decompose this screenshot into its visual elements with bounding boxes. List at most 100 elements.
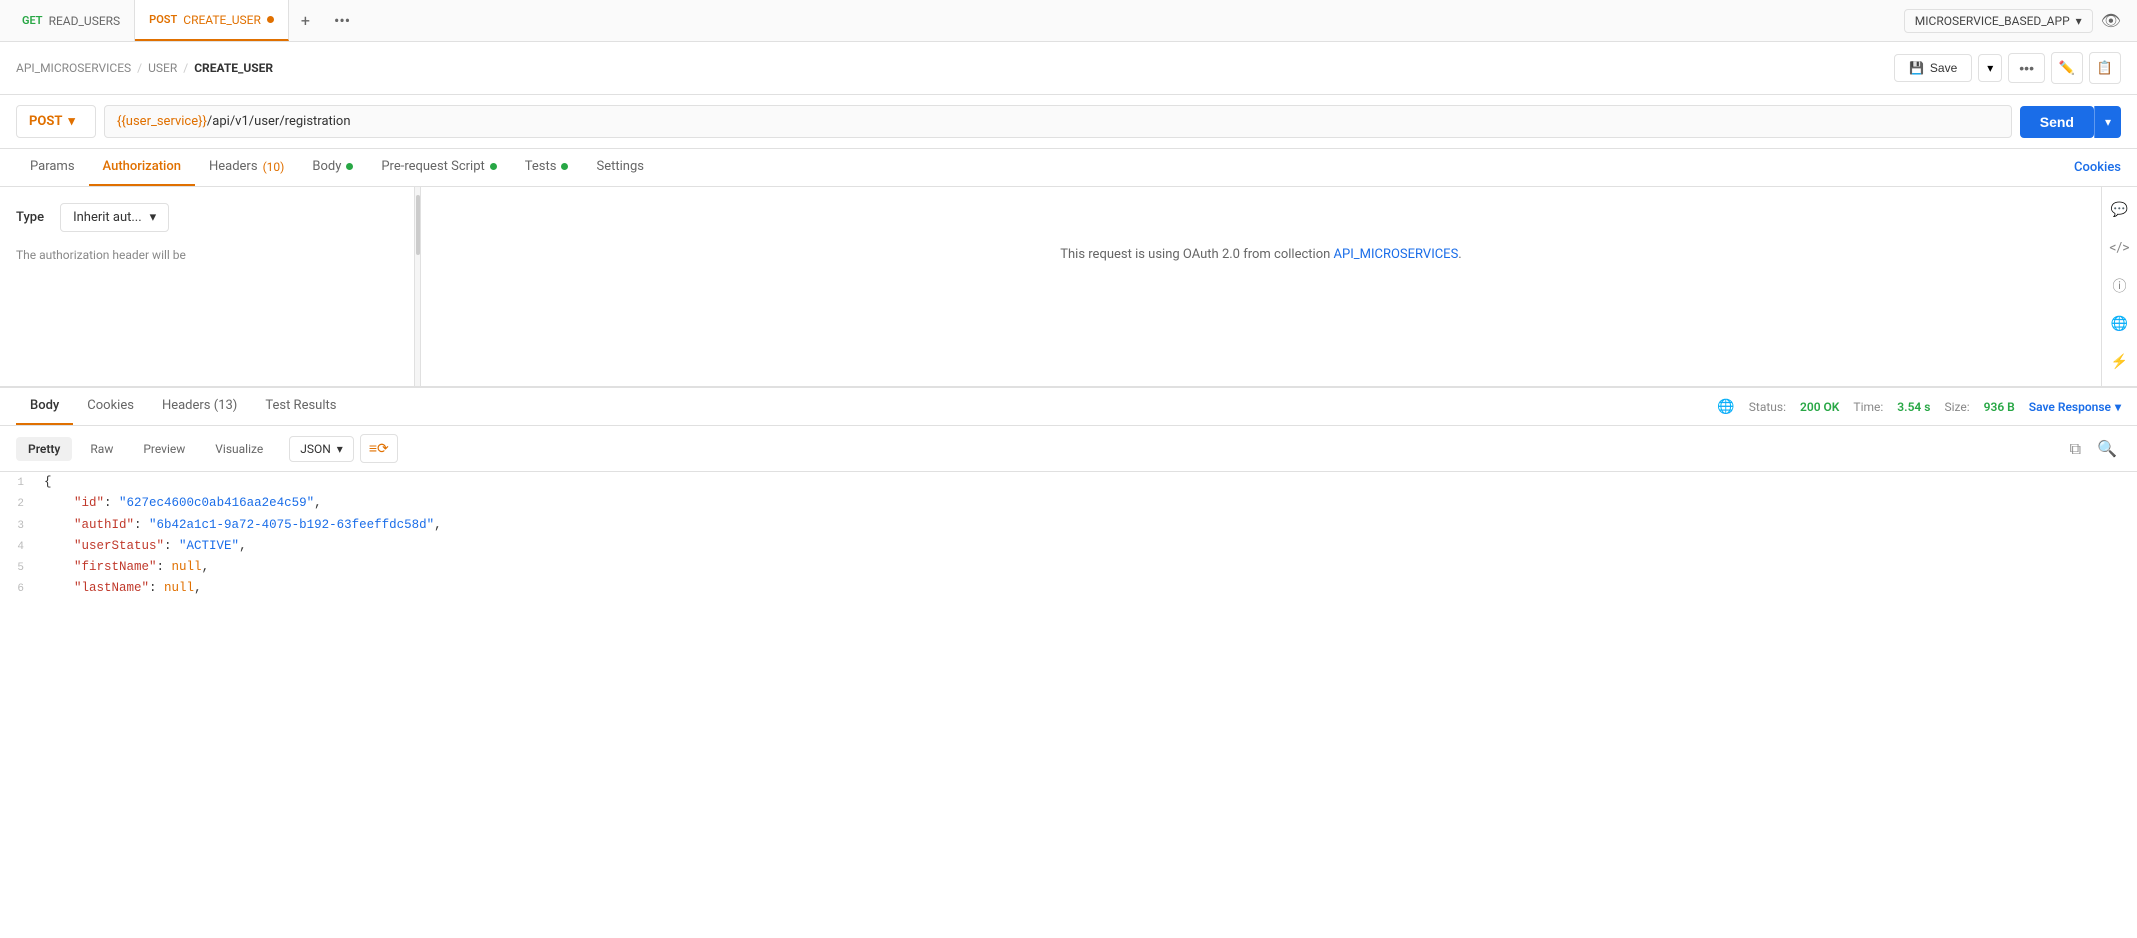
line-number: 5 — [0, 559, 36, 578]
type-label: Type — [16, 210, 44, 225]
description-icon-button[interactable]: 📋 — [2089, 52, 2121, 84]
method-chevron-icon: ▾ — [68, 114, 75, 129]
cookie-icon[interactable]: 🌐 — [2105, 309, 2135, 339]
info-icon[interactable]: ⓘ — [2105, 271, 2135, 301]
line-number: 4 — [0, 538, 36, 557]
json-brace-open: { — [36, 472, 2137, 493]
save-dropdown-button[interactable]: ▾ — [1978, 54, 2002, 82]
env-label: MICROSERVICE_BASED_APP — [1915, 14, 2070, 28]
search-button[interactable]: 🔍 — [2093, 435, 2121, 463]
format-tab-preview[interactable]: Preview — [131, 437, 197, 461]
tab-params-label: Params — [30, 159, 75, 174]
save-label: Save — [1930, 61, 1957, 75]
code-icon[interactable]: </> — [2105, 233, 2135, 263]
copy-button[interactable]: ⧉ — [2066, 435, 2085, 463]
right-sidebar: 💬 </> ⓘ 🌐 ⚡ — [2101, 187, 2137, 386]
more-options-button[interactable]: ••• — [2008, 53, 2045, 83]
headers-count: (10) — [263, 160, 285, 174]
breadcrumb-api[interactable]: API_MICROSERVICES — [16, 61, 131, 75]
lightning-icon[interactable]: ⚡ — [2105, 347, 2135, 377]
response-tab-headers[interactable]: Headers (13) — [148, 388, 251, 425]
tab-authorization[interactable]: Authorization — [89, 149, 195, 186]
tab-params[interactable]: Params — [16, 149, 89, 186]
cookies-link[interactable]: Cookies — [2074, 160, 2121, 175]
send-label: Send — [2040, 114, 2074, 130]
breadcrumb-actions: 💾 Save ▾ ••• ✏️ 📋 — [1894, 52, 2121, 84]
pre-request-dot — [490, 163, 497, 170]
tab-headers-label: Headers — [209, 159, 258, 174]
tab-tests-label: Tests — [525, 159, 557, 174]
eye-icon[interactable]: 👁 — [2101, 11, 2121, 30]
save-button[interactable]: 💾 Save — [1894, 54, 1972, 82]
url-input[interactable]: {{user_service}}/api/v1/user/registratio… — [104, 105, 2012, 138]
auth-info-text: The authorization header will be — [16, 248, 398, 262]
response-body-label: Body — [30, 398, 59, 413]
response-test-results-label: Test Results — [265, 398, 336, 413]
line-number: 6 — [0, 580, 36, 599]
tab-settings-label: Settings — [596, 159, 643, 174]
auth-type-value: Inherit aut... — [73, 210, 142, 225]
time-value: 3.54 s — [1897, 400, 1930, 414]
tab-pre-request[interactable]: Pre-request Script — [367, 149, 510, 186]
format-tab-pretty[interactable]: Pretty — [16, 437, 72, 461]
breadcrumb-user[interactable]: USER — [148, 61, 177, 75]
response-tab-cookies[interactable]: Cookies — [73, 388, 148, 425]
response-format-bar: Pretty Raw Preview Visualize JSON ▾ ≡⟳ ⧉… — [0, 426, 2137, 472]
json-line-3: 3 "authId": "6b42a1c1-9a72-4075-b192-63f… — [0, 515, 2137, 536]
url-path: /api/v1/user/registration — [207, 114, 351, 129]
edit-icon-button[interactable]: ✏️ — [2051, 52, 2083, 84]
json-line-4: 4 "userStatus": "ACTIVE", — [0, 536, 2137, 557]
tests-dot — [561, 163, 568, 170]
tab-authorization-label: Authorization — [103, 159, 181, 174]
request-tabs: Params Authorization Headers (10) Body P… — [0, 149, 2137, 187]
more-tabs-button[interactable]: ••• — [322, 0, 362, 41]
response-status-bar: 🌐 Status: 200 OK Time: 3.54 s Size: 936 … — [1717, 399, 2121, 415]
tab-post-create-user[interactable]: POST CREATE_USER — [135, 0, 289, 41]
json-line-6: 6 "lastName": null, — [0, 578, 2137, 599]
breadcrumb: API_MICROSERVICES / USER / CREATE_USER 💾… — [0, 42, 2137, 95]
status-label: Status: — [1749, 400, 1786, 414]
format-tab-visualize[interactable]: Visualize — [203, 437, 275, 461]
tab-bar-right: MICROSERVICE_BASED_APP ▾ 👁 — [1904, 9, 2129, 33]
tab-settings[interactable]: Settings — [582, 149, 657, 186]
send-dropdown-button[interactable]: ▾ — [2094, 106, 2121, 138]
line-number: 1 — [0, 474, 36, 493]
response-tab-test-results[interactable]: Test Results — [251, 388, 350, 425]
breadcrumb-create-user: CREATE_USER — [194, 61, 273, 75]
json-line-2: 2 "id": "627ec4600c0ab416aa2e4c59", — [0, 493, 2137, 514]
url-bar: POST ▾ {{user_service}}/api/v1/user/regi… — [0, 95, 2137, 149]
save-response-label: Save Response — [2029, 400, 2111, 414]
json-id-row: "id": "627ec4600c0ab416aa2e4c59", — [36, 493, 2137, 514]
tab-bar: GET READ_USERS POST CREATE_USER + ••• MI… — [0, 0, 2137, 42]
json-firstname-row: "firstName": null, — [36, 557, 2137, 578]
auth-type-chevron: ▾ — [150, 210, 157, 225]
body-dot — [346, 163, 353, 170]
save-icon: 💾 — [1909, 61, 1924, 75]
json-userstatus-row: "userStatus": "ACTIVE", — [36, 536, 2137, 557]
collection-link[interactable]: API_MICROSERVICES — [1334, 247, 1459, 262]
tab-name-read-users: READ_USERS — [49, 14, 121, 28]
tab-get-read-users[interactable]: GET READ_USERS — [8, 0, 135, 41]
response-section: Body Cookies Headers (13) Test Results 🌐… — [0, 387, 2137, 600]
breadcrumb-sep-2: / — [183, 61, 188, 75]
tab-headers[interactable]: Headers (10) — [195, 149, 298, 186]
wrap-button[interactable]: ≡⟳ — [360, 434, 398, 463]
chevron-down-icon: ▾ — [2076, 14, 2082, 28]
save-response-button[interactable]: Save Response ▾ — [2029, 400, 2121, 414]
auth-type-row: Type Inherit aut... ▾ — [16, 203, 398, 232]
response-tab-body[interactable]: Body — [16, 388, 73, 425]
json-line-5: 5 "firstName": null, — [0, 557, 2137, 578]
format-type-dropdown[interactable]: JSON ▾ — [289, 436, 354, 462]
format-tab-raw[interactable]: Raw — [78, 437, 125, 461]
new-tab-button[interactable]: + — [289, 0, 322, 41]
tab-body[interactable]: Body — [298, 149, 367, 186]
oauth-panel: This request is using OAuth 2.0 from col… — [421, 187, 2101, 386]
method-dropdown[interactable]: POST ▾ — [16, 105, 96, 138]
size-label: Size: — [1944, 400, 1969, 414]
tab-tests[interactable]: Tests — [511, 149, 583, 186]
environment-selector[interactable]: MICROSERVICE_BASED_APP ▾ — [1904, 9, 2093, 33]
json-authid-row: "authId": "6b42a1c1-9a72-4075-b192-63fee… — [36, 515, 2137, 536]
send-button[interactable]: Send — [2020, 106, 2094, 138]
comment-icon[interactable]: 💬 — [2105, 195, 2135, 225]
auth-type-dropdown[interactable]: Inherit aut... ▾ — [60, 203, 169, 232]
